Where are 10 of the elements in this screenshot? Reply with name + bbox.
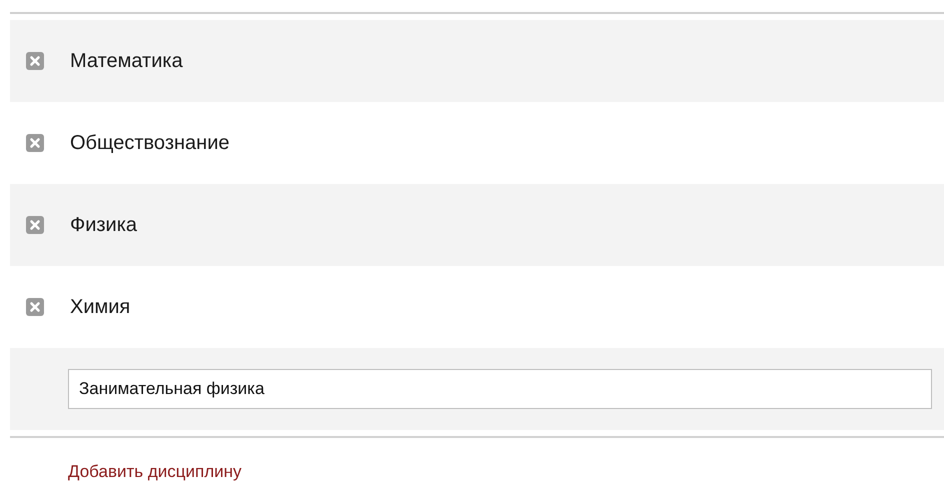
- remove-icon[interactable]: [26, 298, 44, 316]
- subject-name: Физика: [70, 214, 138, 236]
- subject-name: Химия: [70, 296, 130, 318]
- remove-icon[interactable]: [26, 134, 44, 152]
- subject-name: Математика: [70, 50, 183, 72]
- subject-name: Обществознание: [70, 132, 230, 154]
- add-subject-link[interactable]: Добавить дисциплину: [68, 462, 242, 482]
- subject-input[interactable]: Занимательная физика: [68, 369, 932, 409]
- remove-icon[interactable]: [26, 216, 44, 234]
- remove-icon[interactable]: [26, 52, 44, 70]
